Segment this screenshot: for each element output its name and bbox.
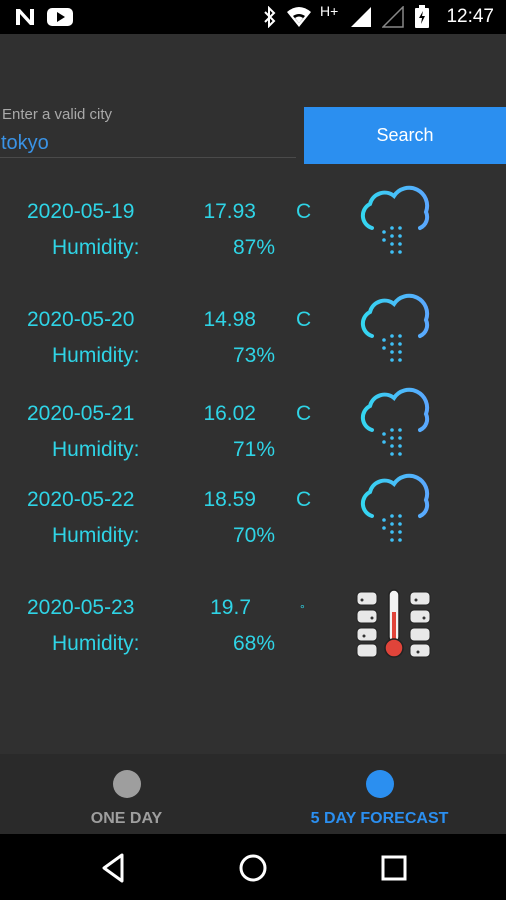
forecast-row: 2020-05-22 18.59 C Humidity: 70% — [0, 473, 506, 578]
battery-icon — [414, 0, 430, 34]
clock: 12:47 — [446, 6, 494, 27]
rain-cloud-icon — [360, 387, 430, 456]
n-app-icon — [14, 0, 38, 34]
rain-cloud-icon — [360, 473, 430, 542]
humidity-label: Humidity: — [52, 438, 140, 461]
city-input-label: Enter a valid city — [2, 106, 113, 123]
humidity-label: Humidity: — [52, 344, 140, 367]
city-input[interactable] — [0, 130, 296, 158]
forecast-row: 2020-05-23 19.7 ° Humidity: 68% — [0, 589, 506, 686]
back-icon[interactable] — [96, 851, 130, 885]
forecast-date: 2020-05-20 — [27, 308, 135, 331]
network-type-label: H+ — [320, 3, 339, 19]
humidity-label: Humidity: — [52, 236, 140, 259]
one-day-tab-icon — [112, 770, 141, 798]
humidity-label: Humidity: — [52, 524, 140, 547]
forecast-date: 2020-05-21 — [27, 402, 135, 425]
rain-cloud-icon — [360, 293, 430, 362]
forecast-temperature: 18.59 — [203, 488, 256, 511]
forecast-date: 2020-05-22 — [27, 488, 135, 511]
temperature-unit: C — [296, 402, 312, 425]
temperature-unit: C — [296, 308, 312, 331]
nav-tab-label: 5 DAY FORECAST — [310, 810, 449, 827]
bluetooth-icon — [262, 0, 278, 34]
temperature-unit: C — [296, 200, 312, 223]
youtube-icon — [46, 0, 74, 34]
wifi-icon — [286, 0, 312, 34]
forecast-date: 2020-05-19 — [27, 200, 135, 223]
humidity-value: 70% — [232, 524, 275, 547]
temperature-unit: C — [296, 488, 312, 511]
temperature-unit: ° — [300, 602, 305, 616]
signal-icon — [350, 0, 372, 34]
nav-tab-5-day-forecast[interactable]: 5 DAY FORECAST — [253, 754, 506, 834]
forecast-temperature: 14.98 — [203, 308, 256, 331]
forecast-temperature: 19.7 — [210, 596, 251, 619]
humidity-value: 87% — [232, 236, 275, 259]
forecast-date: 2020-05-23 — [27, 596, 135, 619]
humidity-value: 73% — [232, 344, 275, 367]
forecast-temperature: 16.02 — [203, 402, 256, 425]
system-navigation-bar — [0, 834, 506, 900]
bottom-navigation: ONE DAY 5 DAY FORECAST — [0, 754, 506, 834]
home-icon[interactable] — [236, 851, 270, 885]
search-button[interactable]: Search — [304, 107, 506, 164]
forecast-temperature: 17.93 — [203, 200, 256, 223]
app-content: Enter a valid city Search 2020-05-19 17.… — [0, 34, 506, 754]
forecast-row: 2020-05-19 17.93 C Humidity: 87% — [0, 185, 506, 290]
humidity-value: 68% — [232, 632, 275, 655]
humidity-value: 71% — [232, 438, 275, 461]
signal-empty-icon — [382, 0, 404, 34]
nav-tab-label: ONE DAY — [90, 810, 163, 827]
nav-tab-one-day[interactable]: ONE DAY — [0, 754, 253, 834]
humidity-label: Humidity: — [52, 632, 140, 655]
thermometer-snow-icon — [356, 589, 431, 658]
recents-icon[interactable] — [377, 851, 411, 885]
status-bar: H+ 12:47 — [0, 0, 506, 34]
five-day-tab-icon — [365, 770, 394, 798]
rain-cloud-icon — [360, 185, 430, 254]
